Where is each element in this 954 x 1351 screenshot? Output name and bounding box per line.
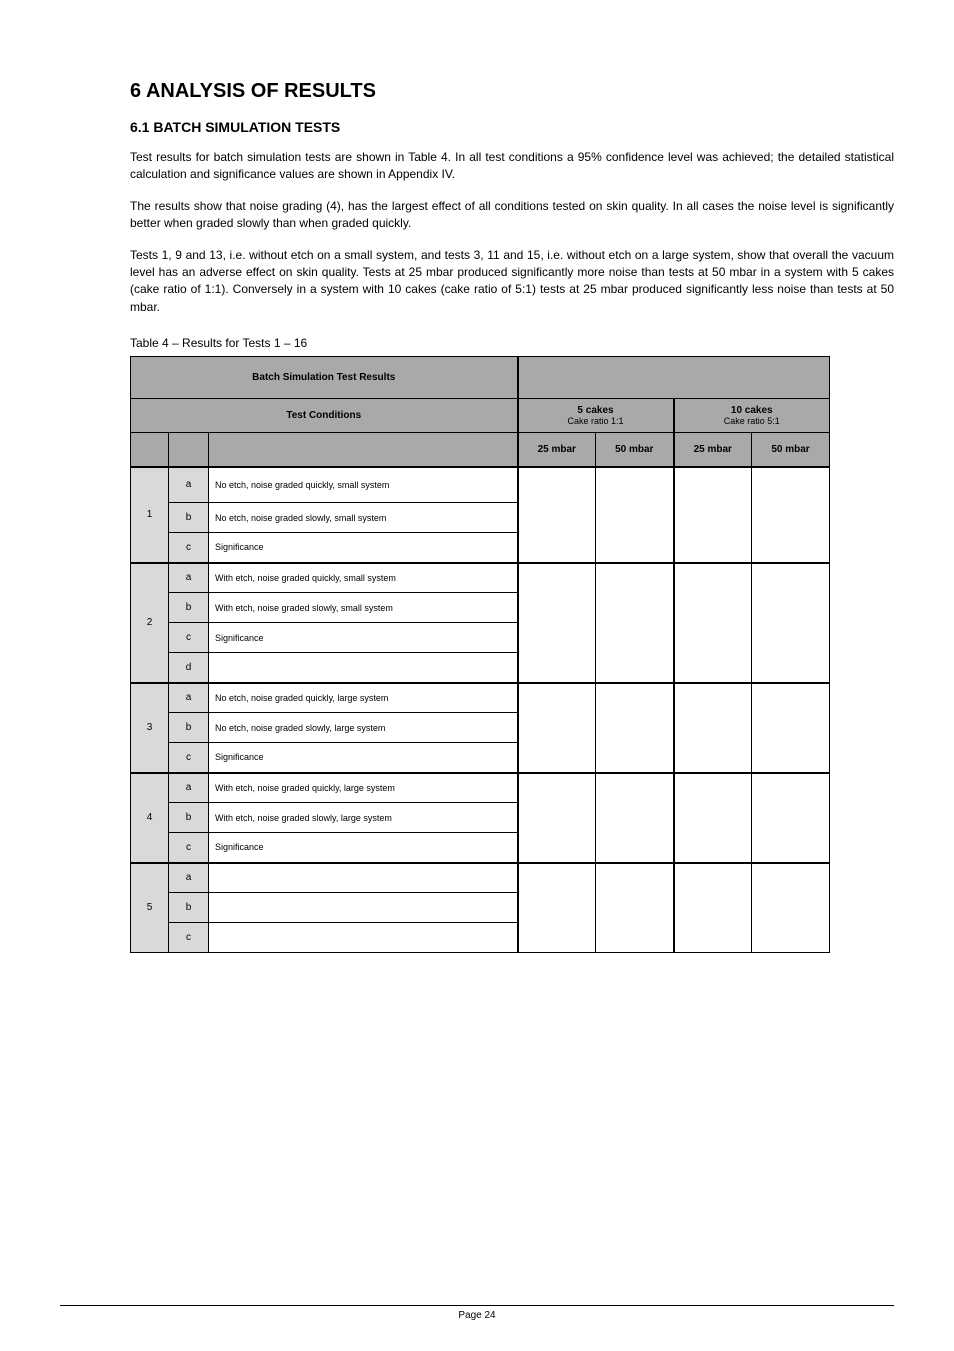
grp4-v3 — [674, 773, 752, 863]
grp4-a-sub: a — [169, 773, 209, 803]
page: 6 ANALYSIS OF RESULTS 6.1 BATCH SIMULATI… — [0, 0, 954, 1351]
grp2-c-desc: Significance — [209, 623, 518, 653]
grp1-c-sub: c — [169, 533, 209, 563]
hdr-5cakes: 5 cakes Cake ratio 1:1 — [518, 399, 674, 433]
grp3-b-desc: No etch, noise graded slowly, large syst… — [209, 713, 518, 743]
grp2-b-sub: b — [169, 593, 209, 623]
col-50b: 50 mbar — [752, 433, 830, 467]
table-caption: Table 4 – Results for Tests 1 – 16 — [130, 336, 894, 350]
page-footer: Page 24 — [60, 1305, 894, 1321]
col-50a: 50 mbar — [596, 433, 674, 467]
grp3-c-sub: c — [169, 743, 209, 773]
grp1-b-sub: b — [169, 503, 209, 533]
grp3-v4 — [752, 683, 830, 773]
hdr-conditions: Test Conditions — [131, 399, 518, 433]
grp2-a-sub: a — [169, 563, 209, 593]
grp2-c-sub: c — [169, 623, 209, 653]
hdr-10cakes-sub: Cake ratio 5:1 — [681, 416, 824, 426]
section-heading: 6 ANALYSIS OF RESULTS — [130, 80, 894, 103]
grp4-b-desc: With etch, noise graded slowly, large sy… — [209, 803, 518, 833]
grp4-c-sub: c — [169, 833, 209, 863]
paragraph-1: Test results for batch simulation tests … — [130, 149, 894, 184]
grp2-d-desc — [209, 653, 518, 683]
grp5-v2 — [596, 863, 674, 953]
hdr-10cakes: 10 cakes Cake ratio 5:1 — [674, 399, 830, 433]
col-blank1 — [131, 433, 169, 467]
grp2-a-desc: With etch, noise graded quickly, small s… — [209, 563, 518, 593]
grp5-v1 — [518, 863, 596, 953]
grp5-v4 — [752, 863, 830, 953]
grp5-b-desc — [209, 893, 518, 923]
paragraph-3: Tests 1, 9 and 13, i.e. without etch on … — [130, 247, 894, 317]
grp2-v4 — [752, 563, 830, 683]
grp3-a-sub: a — [169, 683, 209, 713]
grp5-v3 — [674, 863, 752, 953]
col-25b: 25 mbar — [674, 433, 752, 467]
hdr-5cakes-label: 5 cakes — [525, 405, 667, 416]
hdr-5cakes-sub: Cake ratio 1:1 — [525, 416, 667, 426]
grp5-c-desc — [209, 923, 518, 953]
grp1-v1 — [518, 467, 596, 563]
grp1-v4 — [752, 467, 830, 563]
grp2-v3 — [674, 563, 752, 683]
grp3-v2 — [596, 683, 674, 773]
grp3-v3 — [674, 683, 752, 773]
col-blank3 — [209, 433, 518, 467]
grp3-b-sub: b — [169, 713, 209, 743]
grp2-d-sub: d — [169, 653, 209, 683]
grp3-a-desc: No etch, noise graded quickly, large sys… — [209, 683, 518, 713]
super-right — [518, 357, 830, 399]
grp5-num: 5 — [131, 863, 169, 953]
grp2-v2 — [596, 563, 674, 683]
grp3-num: 3 — [131, 683, 169, 773]
grp4-v2 — [596, 773, 674, 863]
grp2-v1 — [518, 563, 596, 683]
grp4-num: 4 — [131, 773, 169, 863]
grp4-v1 — [518, 773, 596, 863]
grp1-a-sub: a — [169, 467, 209, 503]
grp4-v4 — [752, 773, 830, 863]
grp1-v2 — [596, 467, 674, 563]
col-blank2 — [169, 433, 209, 467]
subsection-heading: 6.1 BATCH SIMULATION TESTS — [130, 119, 894, 135]
grp4-b-sub: b — [169, 803, 209, 833]
grp5-b-sub: b — [169, 893, 209, 923]
grp3-v1 — [518, 683, 596, 773]
col-25a: 25 mbar — [518, 433, 596, 467]
grp2-num: 2 — [131, 563, 169, 683]
grp4-c-desc: Significance — [209, 833, 518, 863]
grp3-c-desc: Significance — [209, 743, 518, 773]
footer-center: Page 24 — [458, 1310, 495, 1321]
hdr-10cakes-label: 10 cakes — [681, 405, 824, 416]
grp1-a-desc: No etch, noise graded quickly, small sys… — [209, 467, 518, 503]
paragraph-2: The results show that noise grading (4),… — [130, 198, 894, 233]
grp5-a-desc — [209, 863, 518, 893]
grp1-b-desc: No etch, noise graded slowly, small syst… — [209, 503, 518, 533]
grp1-num: 1 — [131, 467, 169, 563]
grp5-c-sub: c — [169, 923, 209, 953]
results-table: Batch Simulation Test Results Test Condi… — [130, 356, 830, 953]
grp1-v3 — [674, 467, 752, 563]
grp5-a-sub: a — [169, 863, 209, 893]
grp2-b-desc: With etch, noise graded slowly, small sy… — [209, 593, 518, 623]
grp1-c-desc: Significance — [209, 533, 518, 563]
super-left: Batch Simulation Test Results — [131, 357, 518, 399]
grp4-a-desc: With etch, noise graded quickly, large s… — [209, 773, 518, 803]
